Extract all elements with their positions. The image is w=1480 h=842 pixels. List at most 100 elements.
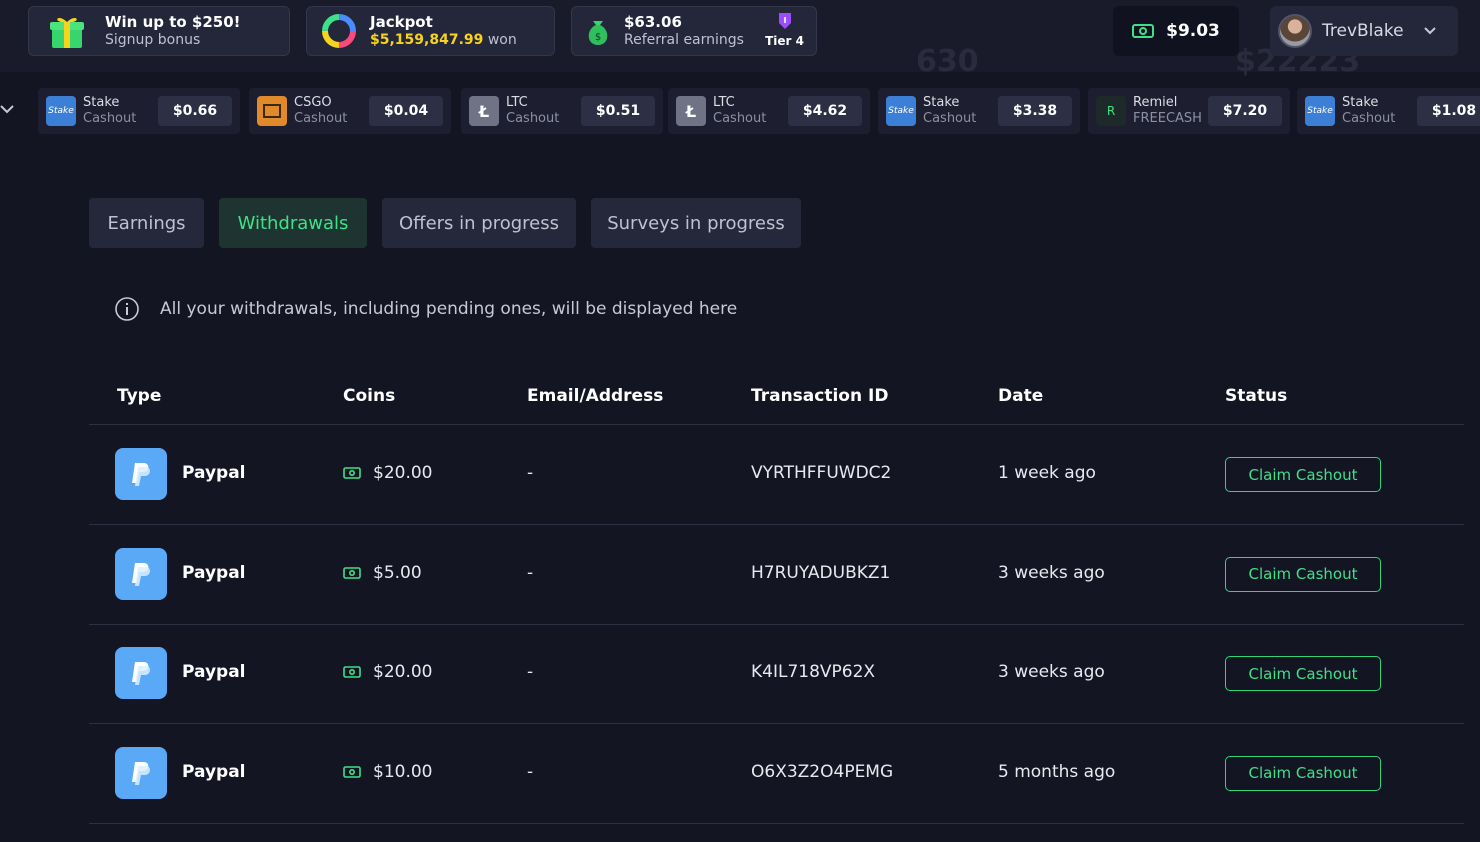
ticker-amount: $0.04 bbox=[369, 96, 443, 126]
cash-icon bbox=[343, 566, 361, 579]
jackpot-title: Jackpot bbox=[370, 13, 433, 31]
user-menu[interactable]: TrevBlake bbox=[1270, 6, 1458, 56]
ticker-amount: $3.38 bbox=[998, 96, 1072, 126]
top-header: 630 $22223 Win up to $250! Signup bonus bbox=[0, 0, 1480, 79]
background-stat-ghost: 630 bbox=[916, 44, 979, 79]
coins-amount: $20.00 bbox=[373, 662, 433, 682]
ticker-item[interactable]: CSGO Cashout $0.04 bbox=[249, 88, 451, 134]
ticker-kind: Cashout bbox=[294, 111, 348, 126]
transaction-id: O6X3Z2O4PEMG bbox=[751, 761, 894, 782]
table-row: Paypal $20.00 - VYRTHFFUWDC2 1 week ago Claim… bbox=[89, 425, 1464, 525]
cash-icon bbox=[343, 666, 361, 678]
ltc-logo-icon: Ł bbox=[469, 96, 499, 126]
withdrawal-type: Paypal bbox=[182, 562, 246, 583]
coins-amount: $20.00 bbox=[373, 463, 433, 483]
withdrawal-type: Paypal bbox=[182, 463, 246, 483]
withdrawal-coins: $10.00 bbox=[343, 762, 432, 782]
claim-cashout-button[interactable]: Claim Cashout bbox=[1225, 656, 1381, 691]
signup-bonus-subtitle: Signup bonus bbox=[105, 32, 201, 48]
withdrawal-coins: $20.00 bbox=[343, 463, 432, 483]
balance-display[interactable]: $9.03 bbox=[1113, 6, 1239, 56]
stake-logo-icon: Stake bbox=[886, 96, 916, 126]
avatar bbox=[1278, 14, 1312, 48]
chevron-down-icon bbox=[1423, 27, 1436, 35]
ticker-amount: $0.66 bbox=[158, 96, 232, 126]
cashout-ticker: Stake Stake Cashout $0.66 CSGO Cashout $0.04 Ł L… bbox=[0, 88, 1480, 134]
cash-icon bbox=[343, 467, 361, 479]
withdrawal-address: - bbox=[527, 662, 534, 682]
referral-card[interactable]: $ $63.06 Referral earnings Tier 4 bbox=[571, 6, 817, 56]
transaction-id: H7RUYADUBKZ1 bbox=[751, 562, 891, 583]
signup-bonus-card[interactable]: Win up to $250! Signup bonus bbox=[28, 6, 290, 56]
jackpot-wheel-icon bbox=[307, 13, 370, 49]
withdrawals-info: All your withdrawals, including pending … bbox=[114, 296, 737, 322]
tier-badge: Tier 4 bbox=[765, 11, 804, 48]
ticker-user: Stake bbox=[923, 95, 960, 110]
column-header-type: Type bbox=[117, 386, 162, 406]
ticker-item[interactable]: Stake Stake Cashout $0.66 bbox=[38, 88, 240, 134]
freecash-logo-icon: R bbox=[1096, 96, 1126, 126]
withdrawal-date: 3 weeks ago bbox=[998, 562, 1105, 583]
cash-icon bbox=[1132, 24, 1155, 38]
claim-cashout-button[interactable]: Claim Cashout bbox=[1225, 457, 1381, 492]
ticker-user: CSGO bbox=[294, 95, 332, 110]
info-icon bbox=[115, 297, 139, 321]
tab-earnings[interactable]: Earnings bbox=[89, 198, 204, 248]
tab-withdrawals[interactable]: Withdrawals bbox=[219, 198, 367, 248]
ticker-user: Stake bbox=[83, 95, 120, 110]
coins-amount: $5.00 bbox=[373, 562, 422, 583]
csgo-logo-icon bbox=[257, 96, 287, 126]
ticker-kind: Cashout bbox=[923, 111, 977, 126]
column-header-status: Status bbox=[1225, 386, 1288, 406]
withdrawal-date: 3 weeks ago bbox=[998, 662, 1105, 682]
withdrawal-date: 1 week ago bbox=[998, 463, 1096, 483]
stake-logo-icon: Stake bbox=[46, 96, 76, 126]
jackpot-card[interactable]: Jackpot $5,159,847.99 won bbox=[306, 6, 555, 56]
column-header-coins: Coins bbox=[343, 386, 396, 406]
ticker-user: LTC bbox=[506, 95, 528, 110]
signup-bonus-title: Win up to $250! bbox=[105, 13, 241, 31]
row-divider bbox=[89, 822, 1464, 824]
tier-label: Tier 4 bbox=[765, 34, 804, 48]
money-bag-icon: $ bbox=[572, 15, 624, 47]
tab-offers-in-progress[interactable]: Offers in progress bbox=[382, 198, 576, 248]
ticker-item[interactable]: Stake Stake Cashout $1.08 bbox=[1297, 88, 1480, 134]
username: TrevBlake bbox=[1322, 21, 1404, 41]
coins-amount: $10.00 bbox=[373, 761, 433, 782]
transaction-id: K4IL718VP62X bbox=[751, 662, 876, 682]
column-header-date: Date bbox=[998, 386, 1044, 406]
withdrawal-address: - bbox=[527, 463, 534, 483]
claim-cashout-button[interactable]: Claim Cashout bbox=[1225, 755, 1381, 791]
paypal-icon bbox=[115, 448, 167, 500]
ticker-item[interactable]: Stake Stake Cashout $3.38 bbox=[878, 88, 1080, 134]
chevron-down-icon[interactable] bbox=[0, 100, 16, 120]
ticker-kind: Cashout bbox=[1342, 111, 1396, 126]
referral-amount: $63.06 bbox=[624, 13, 682, 31]
svg-text:$: $ bbox=[595, 32, 601, 43]
paypal-icon bbox=[115, 746, 167, 799]
jackpot-amount: $5,159,847.99 bbox=[370, 32, 484, 48]
table-row: Paypal $10.00 - O6X3Z2O4PEMG 5 months ago Cla… bbox=[89, 724, 1464, 824]
withdrawal-type: Paypal bbox=[182, 662, 246, 682]
withdrawal-address: - bbox=[527, 562, 534, 583]
ticker-item[interactable]: R Remiel FREECASH $7.20 bbox=[1088, 88, 1290, 134]
claim-cashout-button[interactable]: Claim Cashout bbox=[1225, 556, 1381, 592]
ticker-amount: $7.20 bbox=[1208, 96, 1282, 126]
cash-icon bbox=[343, 765, 361, 778]
paypal-icon bbox=[115, 547, 167, 600]
ticker-amount: $1.08 bbox=[1417, 96, 1480, 126]
ticker-item[interactable]: Ł LTC Cashout $0.51 bbox=[461, 88, 663, 134]
stake-logo-icon: Stake bbox=[1305, 96, 1335, 126]
ticker-amount: $0.51 bbox=[581, 96, 655, 126]
ticker-kind: Cashout bbox=[83, 111, 137, 126]
tab-surveys-in-progress[interactable]: Surveys in progress bbox=[591, 198, 801, 248]
ticker-user: LTC bbox=[713, 95, 735, 110]
withdrawal-type: Paypal bbox=[182, 761, 246, 782]
ticker-kind: FREECASH bbox=[1133, 111, 1202, 126]
ticker-item[interactable]: Ł LTC Cashout $4.62 bbox=[668, 88, 870, 134]
column-header-transaction-id: Transaction ID bbox=[751, 386, 889, 406]
column-header-address: Email/Address bbox=[527, 386, 664, 406]
table-row: Paypal $5.00 - H7RUYADUBKZ1 3 weeks ago Claim… bbox=[89, 525, 1464, 625]
paypal-icon bbox=[115, 647, 167, 699]
referral-subtitle: Referral earnings bbox=[624, 32, 744, 48]
